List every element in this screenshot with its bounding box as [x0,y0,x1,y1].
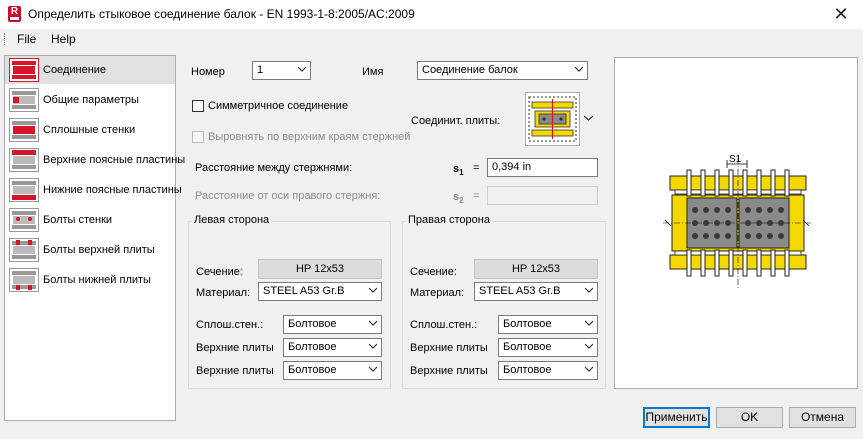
right-material-combo[interactable]: STEEL A53 Gr.B [474,282,598,301]
right-section-label: Сечение: [410,266,457,278]
web-plates-icon [9,118,39,142]
connection-icon [9,58,39,82]
sidebar-item-label: Общие параметры [43,94,139,106]
general-params-icon [9,88,39,112]
connection-preview: S1 [614,57,858,389]
menu-help[interactable]: Help [51,32,76,46]
sidebar-item-web-plates[interactable]: Сплошные стенки [5,116,175,144]
left-top-plates-combo[interactable]: Болтовое [283,338,382,357]
plates-label: Соединит. плиты: [411,115,501,127]
plates-selector[interactable] [525,92,580,146]
splice-drawing: S1 [663,154,811,288]
chevron-down-icon [585,287,593,293]
right-material-label: Материал: [410,287,465,299]
right-side-title: Правая сторона [406,214,492,226]
s1-equals: = [473,162,480,174]
cancel-button[interactable]: Отмена [789,407,856,428]
s2-input[interactable] [487,186,598,205]
right-web-label: Сплош.стен.: [410,319,478,331]
sidebar-item-bottom-flange-plates[interactable]: Нижние поясные пластины [5,176,182,204]
sidebar-item-label: Болты верхней плиты [43,244,155,256]
menu-bar [0,29,863,49]
window-title: Определить стыковое соединение балок - E… [28,7,415,21]
align-top-label: Выровнять по верхним краям стержней [208,131,411,143]
left-section-value[interactable]: HP 12x53 [258,259,382,279]
sidebar: Соединение Общие параметры Сплошные стен… [4,55,185,421]
sidebar-item-label: Нижние поясные пластины [43,184,182,196]
web-bolts-icon [9,208,39,232]
right-section-value[interactable]: HP 12x53 [474,259,598,279]
chevron-down-icon [369,287,377,293]
s1-symbol: s1 [453,163,464,178]
align-top-checkbox[interactable] [192,131,204,143]
splice-plates-icon [528,96,577,142]
left-side-title: Левая сторона [192,214,272,226]
chevron-down-icon [585,320,593,326]
symmetric-checkbox[interactable] [192,100,204,112]
sidebar-item-connection[interactable]: Соединение [5,56,175,84]
sidebar-item-label: Болты нижней плиты [43,274,151,286]
menu-grip-icon [4,33,7,45]
sidebar-item-web-bolts[interactable]: Болты стенки [5,206,175,234]
top-plate-bolts-icon [9,238,39,262]
chevron-down-icon [369,366,377,372]
top-flange-plates-icon [9,148,39,172]
chevron-down-icon [585,366,593,372]
left-section-label: Сечение: [196,266,243,278]
sidebar-item-label: Соединение [43,64,107,76]
sidebar-item-bottom-plate-bolts[interactable]: Болты нижней плиты [5,266,175,294]
chevron-down-icon [575,66,583,72]
name-combo[interactable]: Соединение балок [417,61,588,80]
left-web-combo[interactable]: Болтовое [283,315,382,334]
chevron-down-icon [369,320,377,326]
left-web-label: Сплош.стен.: [196,319,264,331]
app-logo-icon: R [8,6,21,22]
sidebar-item-label: Болты стенки [43,214,113,226]
right-bottom-plates-label: Верхние плиты [410,365,488,377]
s1-dimension-label: S1 [729,154,742,165]
sidebar-item-label: Верхние поясные пластины [43,154,186,166]
chevron-down-icon [298,66,306,72]
distance-label: Расстояние между стержнями: [195,162,353,174]
chevron-down-icon [369,343,377,349]
number-combo[interactable]: 1 [252,61,311,80]
apply-button[interactable]: Применить [643,407,710,428]
left-material-label: Материал: [196,287,251,299]
left-material-combo[interactable]: STEEL A53 Gr.B [258,282,382,301]
sidebar-item-label: Сплошные стенки [43,124,136,136]
bottom-plate-bolts-icon [9,268,39,292]
sidebar-item-general-params[interactable]: Общие параметры [5,86,175,114]
menu-file[interactable]: File [17,32,36,46]
close-icon[interactable]: ✕ [826,3,856,25]
right-bottom-plates-combo[interactable]: Болтовое [498,361,598,380]
s2-equals: = [473,190,480,202]
ok-button[interactable]: OK [716,407,783,428]
chevron-down-icon[interactable] [584,114,593,122]
sidebar-item-top-flange-plates[interactable]: Верхние поясные пластины [5,146,185,174]
s2-symbol: s2 [453,191,464,206]
left-top-plates-label: Верхние плиты [196,342,274,354]
right-top-plates-label: Верхние плиты [410,342,488,354]
right-web-combo[interactable]: Болтовое [498,315,598,334]
symmetric-label: Симметричное соединение [208,100,349,112]
s1-input[interactable]: 0,394 in [487,158,598,177]
offset-label: Расстояние от оси правого стержня: [195,190,381,202]
number-label: Номер [191,66,225,78]
right-top-plates-combo[interactable]: Болтовое [498,338,598,357]
left-bottom-plates-label: Верхние плиты [196,365,274,377]
bottom-flange-plates-icon [9,178,39,202]
sidebar-item-top-plate-bolts[interactable]: Болты верхней плиты [5,236,175,264]
left-bottom-plates-combo[interactable]: Болтовое [283,361,382,380]
chevron-down-icon [585,343,593,349]
name-label: Имя [362,66,384,78]
